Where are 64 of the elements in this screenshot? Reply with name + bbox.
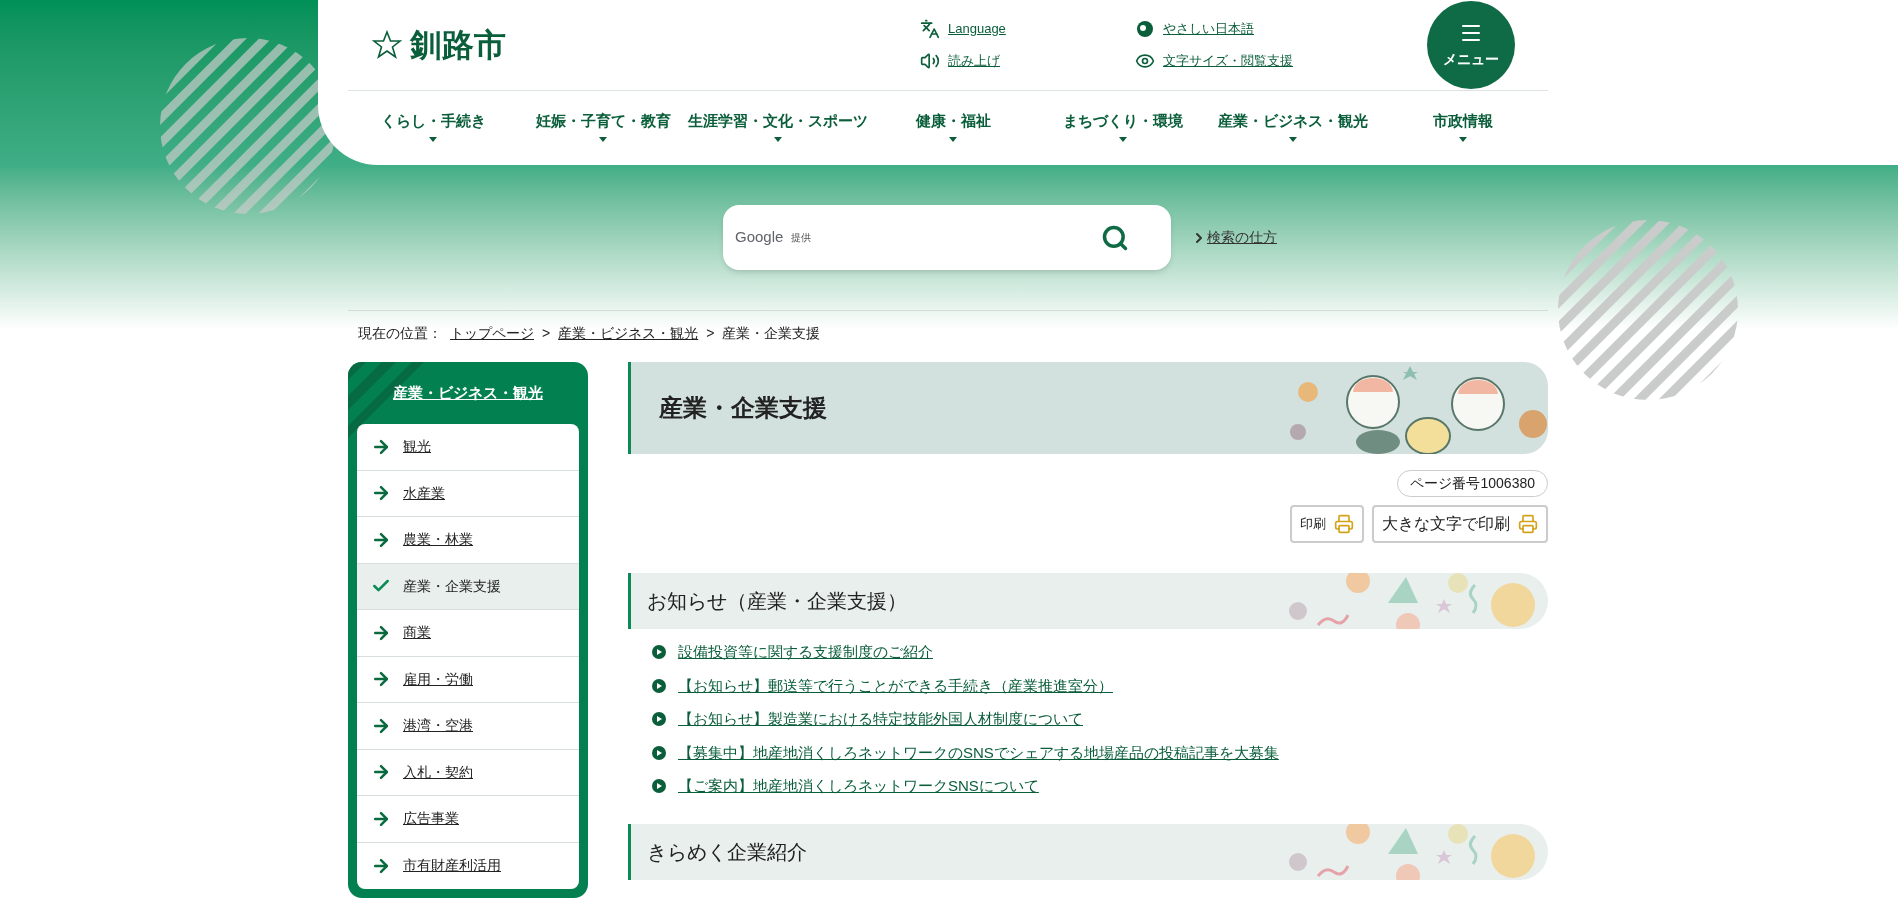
play-bullet-icon xyxy=(652,678,666,693)
sidebar-title-link[interactable]: 産業・ビジネス・観光 xyxy=(393,381,543,405)
caret-icon xyxy=(1119,136,1127,142)
sidebar-item[interactable]: 商業 xyxy=(357,610,579,657)
breadcrumb-link[interactable]: 産業・ビジネス・観光 xyxy=(558,323,699,344)
utility-link[interactable]: やさしい日本語 xyxy=(1135,19,1355,39)
nav-link[interactable]: 産業・ビジネス・観光 xyxy=(1208,110,1378,142)
notice-link[interactable]: 設備投資等に関する支援制度のご紹介 xyxy=(678,641,933,664)
notice-link[interactable]: 【募集中】地産地消くしろネットワークのSNSでシェアする地場産品の投稿記事を大募集 xyxy=(678,741,1279,764)
print-button[interactable]: 印刷 xyxy=(1290,505,1364,543)
translate-icon xyxy=(920,19,940,39)
utility-link[interactable]: Language xyxy=(920,19,1135,39)
search-field[interactable]: Google 提供 xyxy=(723,205,1171,270)
caret-icon xyxy=(429,136,437,142)
play-bullet-icon xyxy=(652,712,666,727)
menu-button[interactable]: メニュー xyxy=(1427,1,1515,89)
nav-link[interactable]: 市政情報 xyxy=(1378,110,1548,142)
caret-icon xyxy=(1289,136,1297,142)
circle-icon xyxy=(1135,19,1155,39)
sidebar-item[interactable]: 農業・林業 xyxy=(357,517,579,564)
printer-icon xyxy=(1518,514,1538,534)
caret-icon xyxy=(949,136,957,142)
breadcrumb-label: 現在の位置： xyxy=(358,324,442,343)
breadcrumb-link[interactable]: トップページ xyxy=(450,323,534,344)
breadcrumb-separator: > xyxy=(542,324,551,343)
search-help-link[interactable]: 検索の仕方 xyxy=(1191,227,1277,248)
nav-link[interactable]: くらし・手続き xyxy=(348,110,518,142)
play-bullet-icon xyxy=(652,779,666,794)
breadcrumb-current: 産業・企業支援 xyxy=(722,324,821,343)
section-heading: きらめく企業紹介 xyxy=(647,839,807,865)
breadcrumb-separator: > xyxy=(706,324,715,343)
printer-icon xyxy=(1334,514,1354,534)
notice-link[interactable]: 【ご案内】地産地消くしろネットワークSNSについて xyxy=(678,775,1039,798)
sidebar-item[interactable]: 観光 xyxy=(357,424,579,471)
eye-icon xyxy=(1135,51,1155,71)
caret-icon xyxy=(1459,136,1467,142)
search-icon[interactable] xyxy=(1101,223,1129,252)
speaker-icon xyxy=(920,51,940,71)
sidebar-item[interactable]: 雇用・労働 xyxy=(357,656,579,703)
utility-link[interactable]: 文字サイズ・閲覧支援 xyxy=(1135,51,1355,71)
section-heading: お知らせ（産業・企業支援） xyxy=(647,589,907,614)
sidebar-item[interactable]: 水産業 xyxy=(357,470,579,517)
print-button[interactable]: 大きな文字で印刷 xyxy=(1372,505,1548,543)
nav-link[interactable]: 健康・福祉 xyxy=(868,110,1038,142)
sidebar-item[interactable]: 市有財産利活用 xyxy=(357,842,579,889)
caret-icon xyxy=(774,136,782,142)
sidebar-item[interactable]: 広告事業 xyxy=(357,796,579,843)
star-emblem-icon xyxy=(372,30,402,60)
nav-link[interactable]: 妊娠・子育て・教育 xyxy=(518,110,688,142)
play-bullet-icon xyxy=(652,645,666,660)
nav-link[interactable]: まちづくり・環境 xyxy=(1038,110,1208,142)
nav-link[interactable]: 生涯学習・文化・スポーツ xyxy=(688,110,868,142)
google-logo: Google xyxy=(735,227,784,248)
notice-link[interactable]: 【お知らせ】郵送等で行うことができる手続き（産業推進室分） xyxy=(678,674,1113,697)
caret-icon xyxy=(599,136,607,142)
provider-note: 提供 xyxy=(791,231,812,245)
utility-link[interactable]: 読み上げ xyxy=(920,51,1135,71)
page-title: 産業・企業支援 xyxy=(659,393,827,423)
sidebar-item[interactable]: 産業・企業支援 xyxy=(357,563,579,610)
play-bullet-icon xyxy=(652,745,666,760)
notice-link[interactable]: 【お知らせ】製造業における特定技能外国人材制度について xyxy=(678,708,1083,731)
site-logo[interactable]: 釧路市 xyxy=(410,21,506,69)
sidebar-item[interactable]: 港湾・空港 xyxy=(357,703,579,750)
sidebar-item[interactable]: 入札・契約 xyxy=(357,749,579,796)
